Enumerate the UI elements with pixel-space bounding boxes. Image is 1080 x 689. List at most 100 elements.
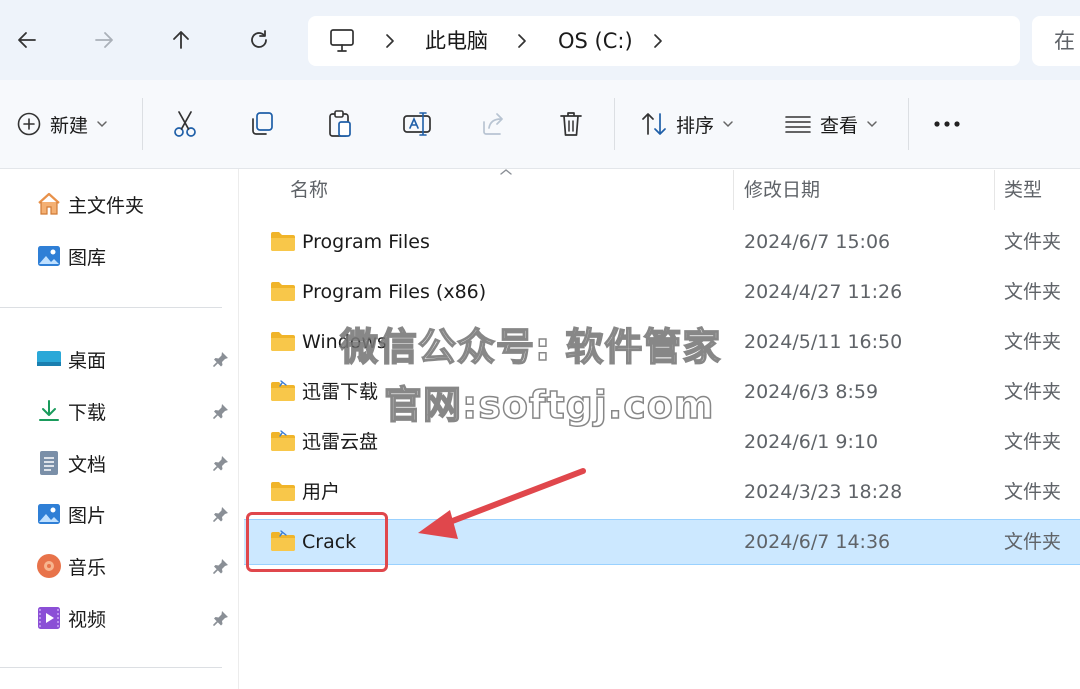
desktop-icon [37,351,61,366]
watermark-website: 官网:softgj.com [383,382,715,428]
nav-label: 图库 [68,246,107,269]
chevron-right-icon[interactable] [382,31,398,51]
nav-item-home[interactable]: 主文件夹 [36,189,144,219]
file-type: 文件夹 [1004,531,1062,553]
toolbar-divider [908,98,909,150]
pin-icon[interactable] [212,557,230,575]
chevron-down-icon [97,121,107,128]
chevron-right-icon[interactable] [514,31,530,51]
file-name: 迅雷下载 [302,381,379,403]
column-header-modified[interactable]: 修改日期 [744,168,820,212]
forward-button[interactable] [84,20,124,60]
arrow-up-icon [173,31,189,49]
sort-icon [642,113,666,135]
pictures-icon [38,504,60,524]
column-divider[interactable] [994,170,995,210]
pin-icon[interactable] [212,454,230,472]
computer-icon[interactable] [328,28,356,54]
search-input[interactable]: 在 [1032,16,1080,66]
new-label: 新建 [50,114,89,137]
nav-item-downloads[interactable]: 下载 [36,396,106,426]
music-icon [37,554,61,578]
file-type: 文件夹 [1004,231,1062,253]
address-box[interactable]: 此电脑 OS (C:) [308,16,1020,66]
nav-item-music[interactable]: 音乐 [36,551,106,581]
file-name: Program Files [302,231,430,253]
refresh-icon [251,30,267,48]
file-row[interactable]: Program Files (x86) 2024/4/27 11:26 文件夹 [244,270,1080,314]
pin-icon[interactable] [212,350,230,368]
documents-icon [40,451,58,475]
download-icon [39,400,59,421]
share-button[interactable] [480,80,508,168]
chevron-right-icon[interactable] [650,31,666,51]
nav-label: 图片 [68,504,107,527]
folder-icon [270,230,296,252]
sort-ascending-icon [499,168,513,176]
file-row[interactable]: Program Files 2024/6/7 15:06 文件夹 [244,220,1080,264]
folder-icon [270,430,296,452]
share-icon [483,113,503,135]
nav-label: 文档 [68,453,107,476]
nav-item-desktop[interactable]: 桌面 [36,344,106,374]
file-modified: 2024/5/11 16:50 [744,331,903,353]
new-button[interactable]: 新建 [16,80,108,168]
file-type: 文件夹 [1004,431,1062,453]
nav-item-gallery[interactable]: 图库 [36,241,106,271]
nav-item-pictures[interactable]: 图片 [36,499,106,529]
file-modified: 2024/6/7 15:06 [744,231,891,253]
videos-icon [38,607,60,629]
file-type: 文件夹 [1004,381,1062,403]
annotation-arrow-icon [418,468,586,539]
nav-item-documents[interactable]: 文档 [36,448,106,478]
file-type: 文件夹 [1004,481,1062,503]
column-header-name[interactable]: 名称 [290,168,328,212]
pin-icon[interactable] [212,402,230,420]
arrow-right-icon [95,32,113,48]
scissors-icon [174,111,196,137]
navigation-pane: 主文件夹 图库 桌面 下载 文档 图片 音乐 视频 [0,169,239,689]
gallery-icon [38,246,60,266]
toolbar-divider [142,98,143,150]
copy-button[interactable] [248,80,276,168]
sort-button[interactable]: 排序 [640,80,734,168]
pin-icon[interactable] [212,609,230,627]
file-modified: 2024/6/1 9:10 [744,431,879,453]
nav-label: 桌面 [68,349,107,372]
column-header-type[interactable]: 类型 [1004,168,1042,212]
column-divider[interactable] [733,170,734,210]
highlight-box [246,512,388,572]
view-label: 查看 [820,114,859,137]
file-modified: 2024/6/3 8:59 [744,381,879,403]
file-row[interactable]: 用户 2024/3/23 18:28 文件夹 [244,470,1080,514]
paste-button[interactable] [326,80,354,168]
nav-label: 主文件夹 [68,194,145,217]
chevron-down-icon [867,121,877,128]
refresh-button[interactable] [239,20,279,60]
nav-divider [0,307,222,308]
nav-label: 音乐 [68,556,107,579]
rename-button[interactable] [402,80,434,168]
folder-icon [270,480,296,502]
toolbar-divider [614,98,615,150]
nav-item-videos[interactable]: 视频 [36,603,106,633]
pin-icon[interactable] [212,505,230,523]
back-button[interactable] [7,20,47,60]
view-list-icon [785,116,811,133]
view-button[interactable]: 查看 [784,80,878,168]
nav-label: 下载 [68,401,107,424]
file-modified: 2024/6/7 14:36 [744,531,891,553]
cut-button[interactable] [171,80,199,168]
more-options-button[interactable] [932,80,962,168]
folder-icon [270,330,296,352]
search-placeholder: 在 [1054,29,1075,53]
home-icon [38,192,60,215]
delete-button[interactable] [557,80,585,168]
breadcrumb-drive-c[interactable]: OS (C:) [558,16,633,66]
folder-icon [270,280,296,302]
up-button[interactable] [161,20,201,60]
breadcrumb-this-pc[interactable]: 此电脑 [425,16,488,66]
file-modified: 2024/4/27 11:26 [744,281,903,303]
file-modified: 2024/3/23 18:28 [744,481,903,503]
watermark-wechat: 微信公众号: 软件管家 [339,324,722,370]
